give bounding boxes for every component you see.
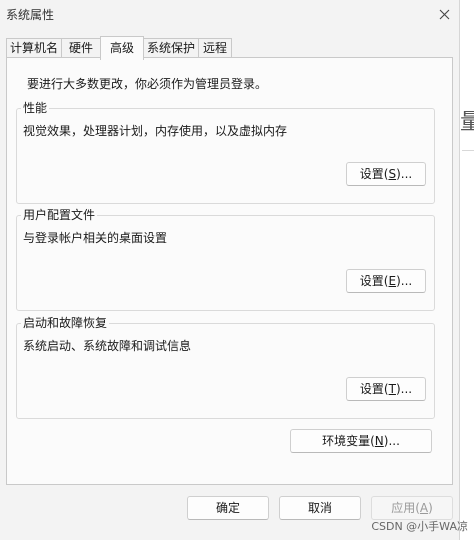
user-profiles-settings-button[interactable]: 设置(E)... bbox=[346, 269, 426, 293]
tab-computer-name[interactable]: 计算机名 bbox=[6, 38, 62, 58]
environment-variables-button[interactable]: 环境变量(N)... bbox=[290, 429, 432, 453]
system-properties-dialog: 系统属性 计算机名 硬件 高级 系统保护 远程 要进行大多数更改，你必须作为管理… bbox=[0, 0, 460, 540]
performance-group: 性能 视觉效果，处理器计划，内存使用，以及虚拟内存 设置(S)... bbox=[16, 99, 435, 204]
startup-recovery-group: 启动和故障恢复 系统启动、系统故障和调试信息 设置(T)... bbox=[16, 314, 435, 419]
ok-button[interactable]: 确定 bbox=[187, 496, 269, 520]
startup-recovery-title: 启动和故障恢复 bbox=[21, 314, 110, 331]
startup-recovery-description: 系统启动、系统故障和调试信息 bbox=[23, 339, 192, 353]
close-icon bbox=[439, 9, 449, 19]
background-divider bbox=[462, 150, 474, 151]
performance-description: 视觉效果，处理器计划，内存使用，以及虚拟内存 bbox=[23, 124, 288, 138]
tab-system-protection[interactable]: 系统保护 bbox=[143, 38, 199, 58]
admin-notice: 要进行大多数更改，你必须作为管理员登录。 bbox=[27, 77, 268, 91]
performance-settings-button[interactable]: 设置(S)... bbox=[346, 162, 426, 186]
background-window-fragment: 量 bbox=[460, 110, 474, 135]
advanced-tab-panel: 要进行大多数更改，你必须作为管理员登录。 性能 视觉效果，处理器计划，内存使用，… bbox=[6, 57, 453, 485]
user-profiles-description: 与登录帐户相关的桌面设置 bbox=[23, 231, 168, 245]
apply-button[interactable]: 应用(A) bbox=[371, 496, 453, 520]
startup-recovery-settings-button[interactable]: 设置(T)... bbox=[346, 377, 426, 401]
tab-hardware[interactable]: 硬件 bbox=[61, 38, 101, 58]
title-bar[interactable]: 系统属性 bbox=[0, 0, 459, 30]
close-button[interactable] bbox=[432, 2, 456, 26]
tab-advanced[interactable]: 高级 bbox=[100, 36, 144, 60]
tab-remote[interactable]: 远程 bbox=[198, 38, 232, 58]
window-title: 系统属性 bbox=[6, 8, 55, 22]
watermark: CSDN @小手WA凉 bbox=[371, 520, 468, 533]
user-profiles-title: 用户配置文件 bbox=[21, 206, 98, 223]
performance-title: 性能 bbox=[21, 99, 50, 116]
cancel-button[interactable]: 取消 bbox=[279, 496, 361, 520]
user-profiles-group: 用户配置文件 与登录帐户相关的桌面设置 设置(E)... bbox=[16, 206, 435, 311]
